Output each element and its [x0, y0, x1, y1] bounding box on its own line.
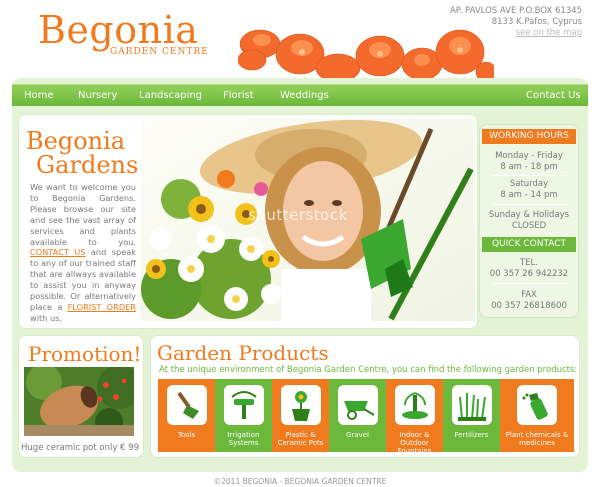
main-navbar: Home Nursery Landscaping Florist Wedding… [12, 84, 588, 106]
product-label: Gravel [346, 431, 369, 439]
hours-line-4: 8 am - 14 pm [500, 190, 558, 200]
promotion-title: Promotion! [28, 342, 142, 366]
promotion-pot-image[interactable] [24, 367, 134, 436]
product-tile-fertilizers[interactable]: Fertilizers [443, 379, 500, 452]
fountain-icon [395, 385, 435, 425]
page-footer: ©2011 BEGONIA - BEGONIA GARDEN CENTRE [213, 477, 387, 486]
welcome-title-line2: Gardens [36, 151, 139, 179]
product-label: Plant chemicals & medicines [505, 431, 569, 447]
product-label: Plastic & Ceramic Pots [277, 431, 324, 447]
grass-icon [452, 385, 492, 425]
welcome-paragraph: We want to welcome you to Begonia Garden… [30, 182, 136, 324]
product-label: Tools [177, 431, 196, 439]
nav-home[interactable]: Home [24, 90, 54, 101]
watermark-text: shutterstock [248, 206, 348, 224]
product-label: Fertilizers [454, 431, 489, 439]
product-label: Indoor & Outdoor Fountains [397, 431, 432, 455]
working-hours-heading: WORKING HOURS [482, 129, 576, 144]
nav-landscaping[interactable]: Landscaping [139, 90, 202, 101]
hours-divider [492, 204, 566, 205]
page-header: Begonia GARDEN CENTRE AP. PAVLOS AVE P.O… [0, 0, 600, 82]
nav-florist[interactable]: Florist [223, 90, 254, 101]
address-block: AP. PAVLOS AVE P.O.BOX 61345 8133 K.Pafo… [450, 6, 582, 39]
welcome-text-3: with us. [30, 312, 63, 323]
quick-contact-heading: QUICK CONTACT [482, 237, 576, 252]
garden-products-title: Garden Products [157, 341, 329, 365]
product-tile-tools[interactable]: Tools [158, 379, 215, 452]
nav-weddings[interactable]: Weddings [280, 90, 329, 101]
contact-tel-label: TEL. [519, 258, 538, 268]
address-line-2: 8133 K.Pafos, Cyprus [491, 17, 582, 27]
product-tile-fountains[interactable]: Indoor & Outdoor Fountains [386, 379, 443, 455]
address-line-1: AP. PAVLOS AVE P.O.BOX 61345 [449, 6, 582, 16]
trowel-icon [167, 385, 207, 425]
hours-line-2: 8 am - 18 pm [500, 162, 558, 172]
logo-tagline: GARDEN CENTRE [110, 47, 209, 57]
see-on-map-link[interactable]: see on the map [450, 28, 582, 39]
product-tile-pots[interactable]: Plastic & Ceramic Pots [272, 379, 329, 452]
garden-products-subtitle: At the unique environment of Begonia Gar… [159, 365, 578, 375]
contact-us-link[interactable]: CONTACT US [30, 247, 85, 257]
product-tile-gravel[interactable]: Gravel [329, 379, 386, 452]
product-tile-irrigation[interactable]: Irrigation Systems [215, 379, 272, 452]
contact-divider [492, 283, 566, 284]
nav-contact-us[interactable]: Contact Us [526, 90, 581, 101]
product-tile-chemicals[interactable]: Plant chemicals & medicines [500, 379, 574, 452]
flower-pot-icon [281, 385, 321, 425]
hours-line-6: CLOSED [511, 221, 547, 231]
wheelbarrow-icon [338, 385, 378, 425]
florist-order-link[interactable]: FLORIST ORDER [68, 302, 136, 312]
hours-divider [492, 175, 566, 176]
contact-fax-label: FAX [521, 290, 537, 300]
sprinkler-icon [224, 385, 264, 425]
promotion-caption: Huge ceramic pot only € 99 [21, 443, 139, 453]
hours-line-1: Monday - Friday [495, 151, 563, 161]
spray-icon [517, 385, 557, 425]
nav-nursery[interactable]: Nursery [78, 90, 117, 101]
hours-line-5: Sunday & Holidays [488, 210, 570, 220]
product-label: Irrigation Systems [227, 431, 260, 447]
logo-title[interactable]: Begonia [38, 10, 198, 50]
contact-fax-number: 00 357 26818600 [491, 301, 567, 311]
hours-line-3: Saturday [509, 179, 549, 189]
contact-tel-number[interactable]: 00 357 26 942232 [480, 269, 578, 280]
welcome-text-1: We want to welcome you to Begonia Garden… [30, 182, 136, 247]
